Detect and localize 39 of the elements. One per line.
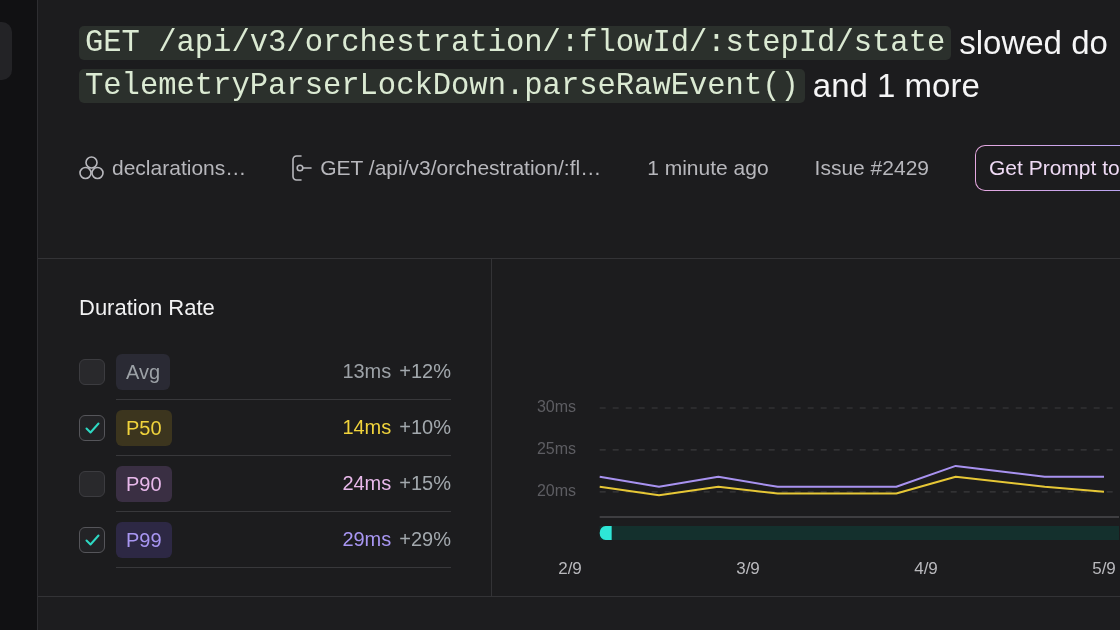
meta-text: 1 minute ago: [647, 156, 769, 180]
check-icon: [84, 534, 100, 546]
axis-label: 30ms: [536, 398, 576, 416]
code-snippet: TelemetryParserLockDown.parseRawEvent(): [79, 69, 805, 103]
metric-change: +10%: [399, 416, 451, 439]
prompt-button[interactable]: Get Prompt to: [975, 145, 1120, 191]
heading-text: and 1 more: [812, 69, 980, 103]
bracket-icon: [292, 155, 313, 181]
circles-icon: [79, 156, 104, 180]
metric-tag: Avg: [116, 353, 171, 390]
metric-value: 13ms: [342, 360, 392, 383]
axis-label: 20ms: [536, 482, 576, 500]
metric-tag: P50: [116, 409, 172, 446]
metric-tag: P90: [116, 465, 172, 502]
meta-text: Issue #2429: [814, 156, 929, 180]
checkbox[interactable]: [79, 527, 105, 553]
checkbox[interactable]: [79, 415, 105, 441]
meta-text: declarations…: [112, 156, 247, 180]
meta-text: GET /api/v3/orchestration/:fl…: [320, 156, 602, 180]
metric-value: 29ms: [342, 528, 392, 551]
brush-track[interactable]: [599, 526, 1119, 540]
heading-text: slowed do: [959, 26, 1108, 60]
metric-value: 14ms: [342, 416, 392, 439]
code-snippet: GET /api/v3/orchestration/:flowId/:stepId/state: [79, 26, 952, 60]
axis-label: 2/9: [558, 559, 582, 579]
metric-change: +29%: [399, 528, 451, 551]
axis-label: 4/9: [914, 559, 938, 579]
brush-handle[interactable]: [599, 526, 612, 540]
metric-tag: P99: [116, 521, 172, 558]
axis-label: 25ms: [536, 440, 576, 458]
metric-change: +15%: [399, 472, 451, 495]
checkbox[interactable]: [79, 359, 105, 385]
metric-value: 24ms: [342, 472, 392, 495]
axis-label: 3/9: [736, 559, 760, 579]
checkbox[interactable]: [79, 471, 105, 497]
panel-title: Duration Rate: [79, 295, 216, 321]
metric-change: +12%: [399, 360, 451, 383]
check-icon: [84, 422, 100, 434]
axis-label: 5/9: [1092, 559, 1116, 579]
